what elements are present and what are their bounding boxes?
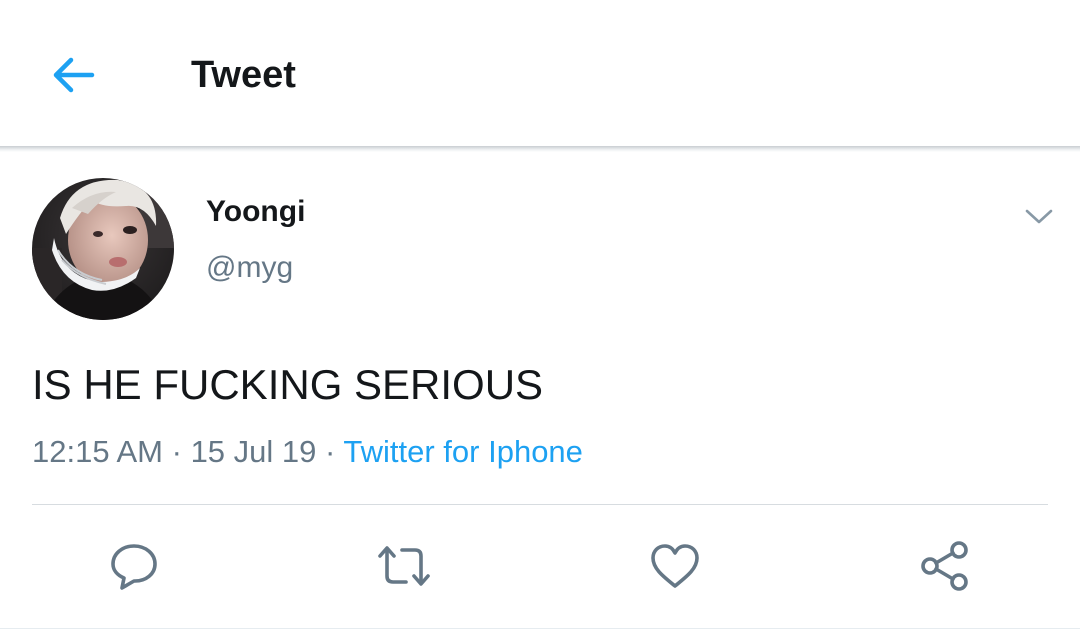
bottom-divider (0, 628, 1080, 629)
top-app-bar: Tweet (0, 0, 1080, 146)
meta-separator: · (325, 434, 336, 469)
actions-divider (32, 504, 1048, 505)
retweet-button[interactable] (374, 536, 434, 596)
share-icon (921, 541, 968, 591)
tweet-menu-button[interactable] (1016, 198, 1062, 236)
profile-photo-image (32, 178, 174, 320)
like-button[interactable] (645, 536, 705, 596)
chevron-down-icon (1025, 209, 1053, 224)
back-button[interactable] (44, 50, 102, 100)
tweet-source-link[interactable]: Twitter for Iphone (343, 434, 583, 469)
tweet-metadata: 12:15 AM · 15 Jul 19 · Twitter for Iphon… (32, 432, 583, 472)
retweet-icon (378, 546, 430, 586)
reply-button[interactable] (104, 536, 164, 596)
heart-icon (651, 544, 699, 588)
tweet-time: 12:15 AM (32, 434, 163, 469)
share-button[interactable] (915, 536, 975, 596)
author-handle[interactable]: @myg (206, 249, 293, 287)
author-name[interactable]: Yoongi (206, 193, 305, 231)
arrow-left-icon (53, 57, 95, 93)
tweet-text: IS HE FUCKING SERIOUS (32, 361, 544, 408)
header-divider (0, 146, 1080, 152)
reply-icon (111, 544, 157, 590)
tweet-date: 15 Jul 19 (190, 434, 317, 469)
page-title: Tweet (191, 54, 296, 96)
avatar[interactable] (32, 178, 174, 320)
meta-separator: · (171, 434, 182, 469)
